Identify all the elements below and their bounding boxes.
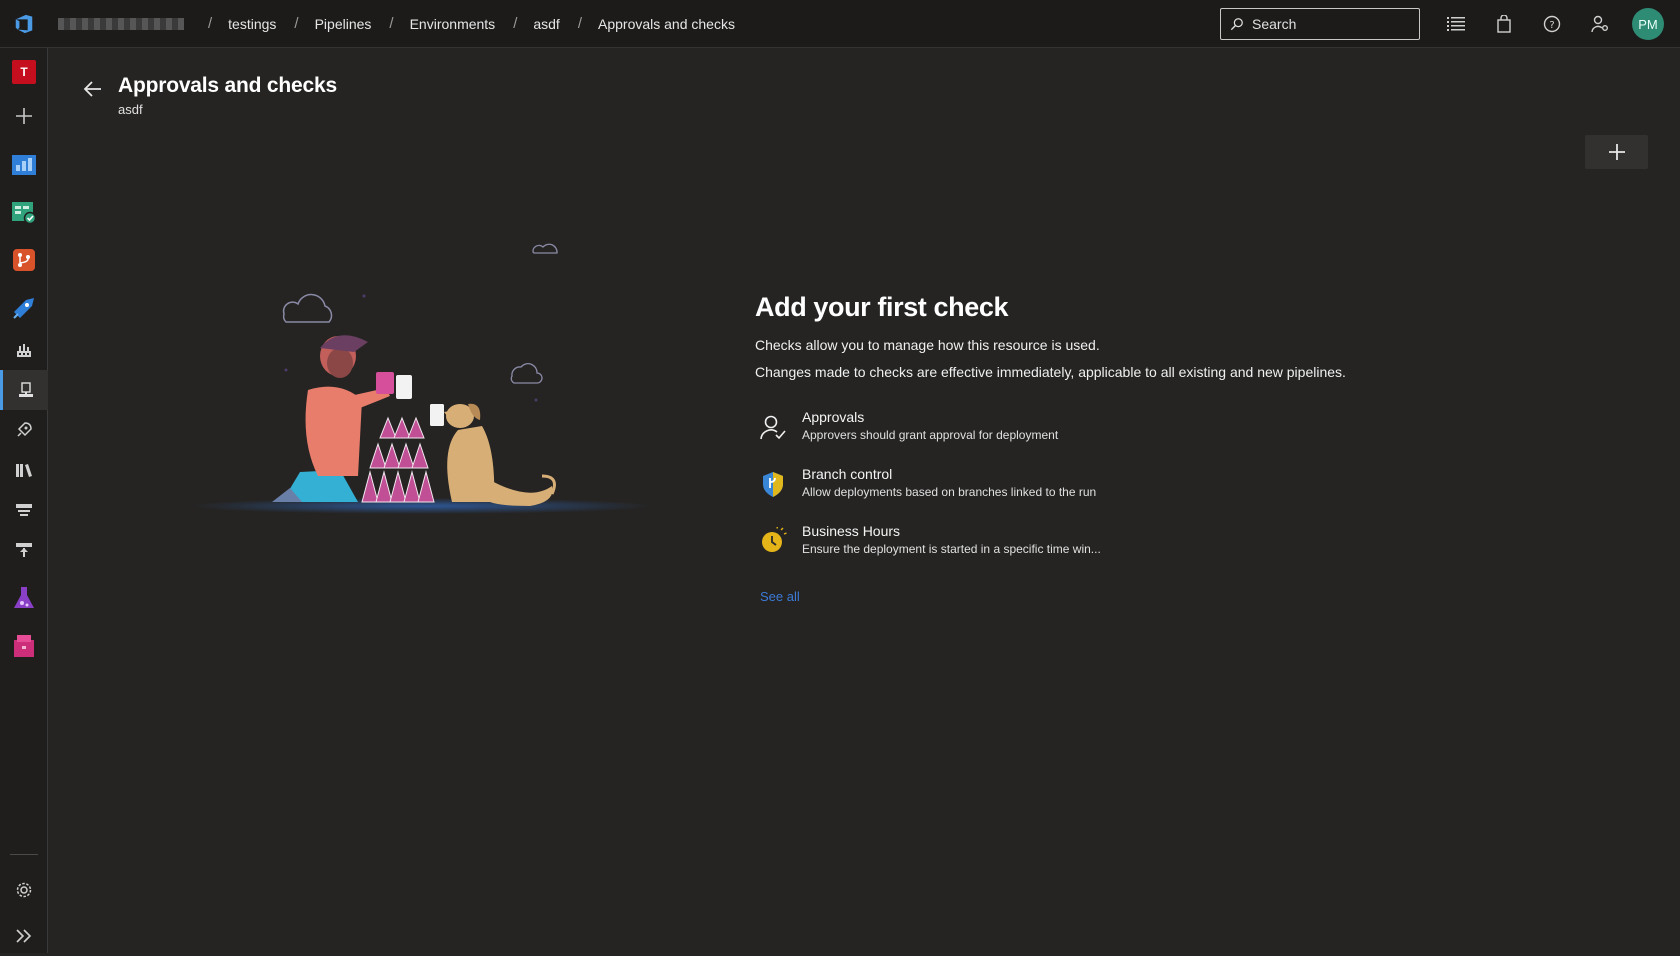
search-icon	[1230, 18, 1243, 31]
test-plans-icon[interactable]	[0, 578, 48, 618]
top-bar: / testings / Pipelines / Environments / …	[0, 0, 1680, 48]
azure-devops-logo[interactable]	[0, 0, 48, 48]
left-navigation-rail: T	[0, 48, 48, 953]
project-initial: T	[12, 60, 36, 84]
check-option-description: Allow deployments based on branches link…	[802, 485, 1097, 499]
breadcrumb-pipelines[interactable]: Pipelines	[315, 16, 372, 32]
svg-text:?: ?	[1549, 20, 1554, 31]
check-option-description: Approvers should grant approval for depl…	[802, 428, 1059, 442]
avatar[interactable]: PM	[1632, 8, 1664, 40]
check-option-description: Ensure the deployment is started in a sp…	[802, 542, 1101, 556]
pipelines-icon[interactable]	[0, 288, 48, 328]
artifacts-icon[interactable]	[0, 626, 48, 666]
breadcrumb-environments[interactable]: Environments	[410, 16, 496, 32]
repos-icon[interactable]	[0, 240, 48, 280]
back-arrow-icon[interactable]	[82, 78, 104, 100]
breadcrumb-separator: /	[208, 15, 213, 32]
see-all-link[interactable]: See all	[760, 589, 800, 604]
expand-icon[interactable]	[0, 916, 48, 956]
search-box[interactable]: Search	[1220, 8, 1420, 40]
search-placeholder: Search	[1252, 16, 1297, 32]
environments-icon[interactable]	[0, 370, 48, 410]
check-option-approvals[interactable]: Approvals Approvers should grant approva…	[758, 408, 1198, 452]
organization-name-redacted[interactable]	[58, 17, 184, 30]
project-badge[interactable]: T	[0, 52, 48, 92]
settings-icon[interactable]	[0, 870, 48, 910]
check-option-business-hours[interactable]: Business Hours Ensure the deployment is …	[758, 522, 1198, 566]
breadcrumb-project[interactable]: testings	[228, 16, 276, 32]
library-icon[interactable]	[0, 450, 48, 490]
breadcrumb-separator: /	[513, 15, 518, 32]
releases-icon[interactable]	[0, 410, 48, 450]
page-title: Approvals and checks	[118, 74, 337, 97]
empty-state-illustration	[192, 243, 652, 514]
breadcrumb-environment[interactable]: asdf	[533, 16, 559, 32]
user-settings-icon[interactable]	[1588, 12, 1612, 36]
check-option-title: Branch control	[802, 466, 893, 482]
breadcrumb-separator: /	[389, 15, 394, 32]
list-icon[interactable]	[1444, 12, 1468, 36]
empty-state-title: Add your first check	[755, 292, 1009, 322]
clock-icon	[758, 526, 788, 556]
breadcrumb-current[interactable]: Approvals and checks	[598, 16, 735, 32]
overview-icon[interactable]	[0, 144, 48, 184]
breadcrumb-separator: /	[294, 15, 299, 32]
help-icon[interactable]: ?	[1540, 12, 1564, 36]
add-check-button[interactable]	[1585, 135, 1648, 169]
pipelines-sub-icon[interactable]	[0, 330, 48, 370]
check-option-title: Business Hours	[802, 523, 901, 539]
breadcrumb: / testings / Pipelines / Environments / …	[58, 15, 735, 32]
rail-divider	[10, 854, 38, 855]
person-check-icon	[758, 412, 788, 442]
new-project-icon[interactable]	[0, 96, 48, 136]
check-option-branch-control[interactable]: Branch control Allow deployments based o…	[758, 465, 1198, 509]
shopping-bag-icon[interactable]	[1492, 12, 1516, 36]
boards-icon[interactable]	[0, 192, 48, 232]
page-subtitle: asdf	[118, 102, 143, 117]
breadcrumb-separator: /	[577, 15, 582, 32]
empty-state-description: Checks allow you to manage how this reso…	[755, 337, 1100, 353]
plus-icon	[1608, 144, 1625, 160]
empty-state-note: Changes made to checks are effective imm…	[755, 364, 1346, 380]
task-groups-icon[interactable]	[0, 490, 48, 530]
check-option-title: Approvals	[802, 409, 865, 425]
deployment-groups-icon[interactable]	[0, 530, 48, 570]
shield-icon	[758, 469, 788, 499]
